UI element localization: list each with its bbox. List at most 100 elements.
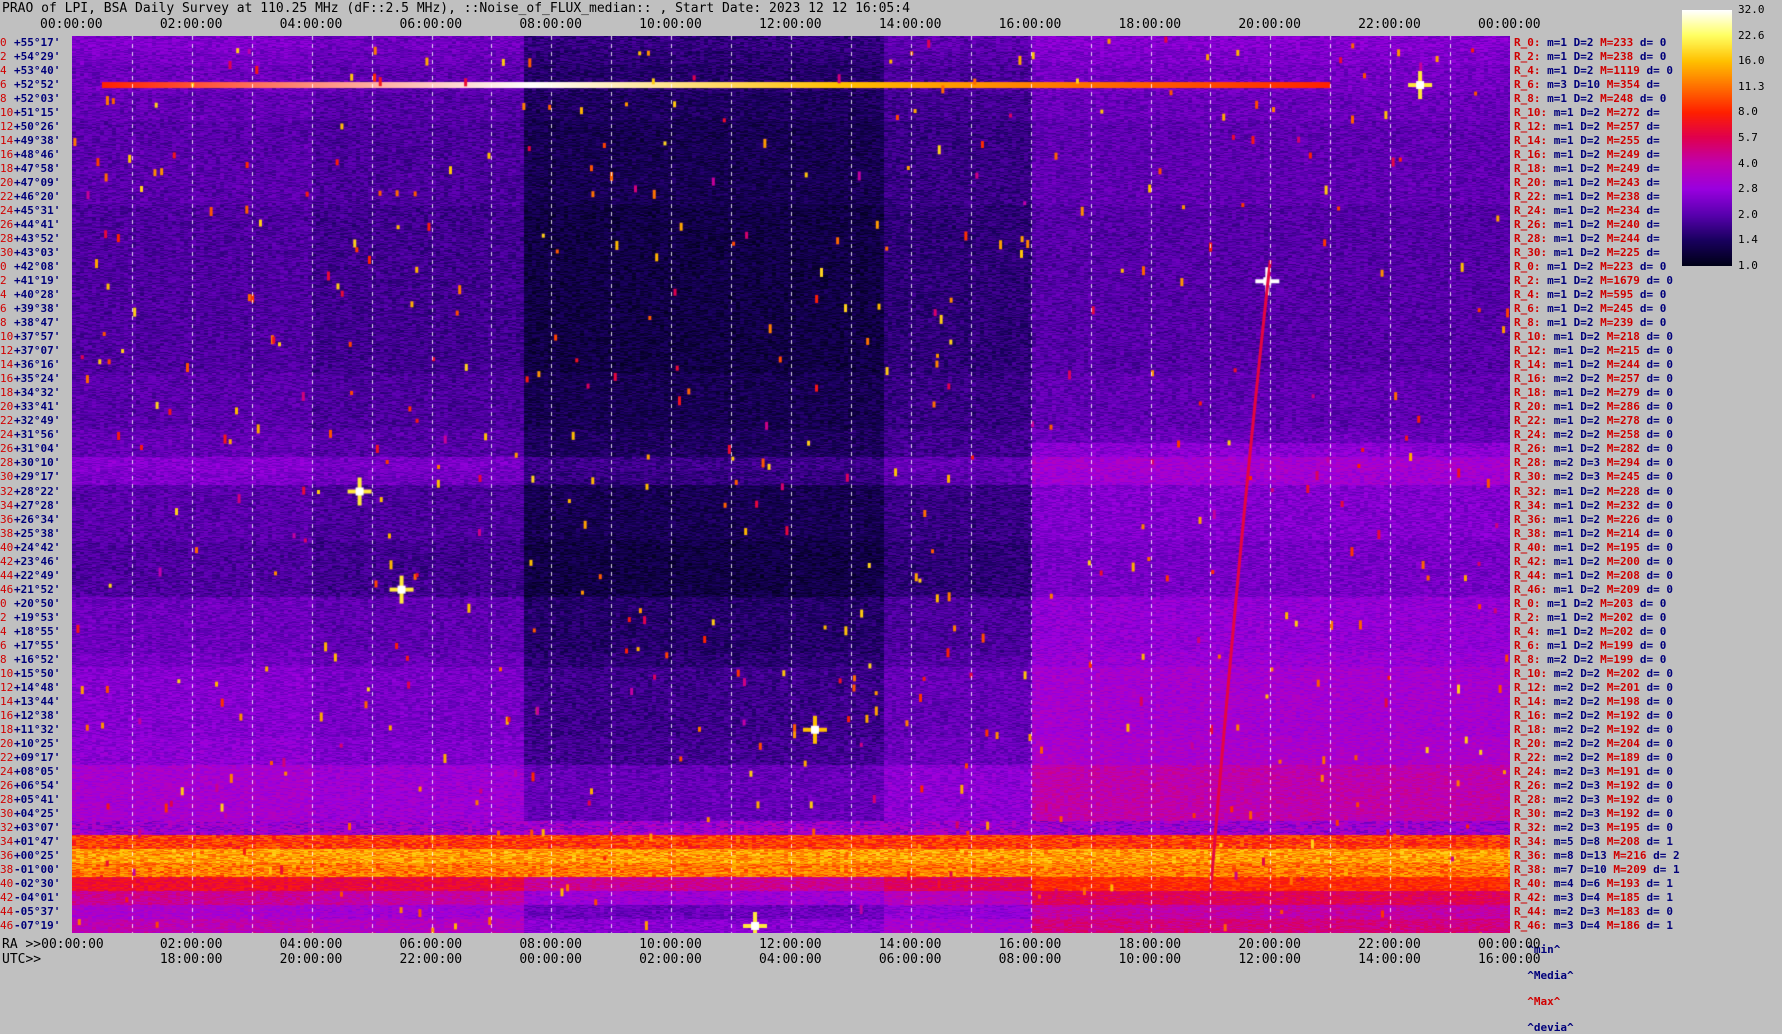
stat-row: R_30: m=2 D=3 M=192 d= 0 — [1514, 807, 1673, 821]
stat-row: R_30: m=1 D=2 M=225 d= — [1514, 246, 1660, 260]
colorbar-tick: 4.0 — [1738, 156, 1758, 170]
stat-row: R_8: m=1 D=2 M=248 d= 0 — [1514, 92, 1666, 106]
dec-value: +46°20' — [14, 190, 61, 204]
dec-value: +29°17' — [14, 470, 61, 484]
chart-title: PRAO of LPI, BSA Daily Survey at 110.25 … — [2, 1, 910, 16]
heatmap-plot[interactable] — [72, 36, 1510, 933]
stat-dev: d= 0 — [1633, 36, 1667, 49]
stat-dev: d= 0 — [1639, 708, 1673, 722]
dec-label: 26+31°04' — [0, 442, 60, 456]
x-tick-ra: 12:00:00 — [759, 937, 822, 952]
stat-min: m=2 — [1547, 694, 1574, 708]
stat-dev: d= 0 — [1639, 666, 1673, 680]
stat-max: M=208 — [1600, 568, 1640, 582]
row-index: 10 — [0, 106, 14, 120]
dec-value: +44°41' — [14, 218, 61, 232]
stat-min: m=1 — [1540, 316, 1567, 330]
x-tick-utc: 10:00:00 — [1118, 952, 1182, 967]
row-index: 30 — [0, 246, 14, 260]
stat-label: R_16: — [1514, 148, 1548, 162]
dec-label: 26+06°54' — [0, 779, 60, 793]
x-tick-ra: 08:00:00 — [519, 937, 582, 952]
row-index: 0 — [0, 36, 7, 49]
stat-label: R_30: — [1514, 246, 1548, 260]
stat-max: M=203 — [1593, 596, 1634, 610]
row-index: 24 — [0, 764, 14, 778]
row-index: 14 — [0, 358, 14, 372]
stat-dev: d= 0 — [1639, 274, 1673, 288]
stat-dev: d= 0 — [1639, 554, 1673, 568]
stat-median: D=2 — [1573, 428, 1601, 442]
stat-label: R_22: — [1514, 414, 1548, 428]
stat-dev: d= 0 — [1633, 652, 1667, 666]
stat-label: R_0: — [1514, 36, 1541, 49]
stat-max: M=249 — [1600, 148, 1640, 162]
stat-max: M=192 — [1600, 722, 1640, 736]
stat-min: m=1 — [1547, 554, 1574, 568]
dec-value: +25°38' — [14, 526, 61, 540]
stat-max: M=245 — [1600, 470, 1640, 484]
stat-dev: d= 0 — [1639, 582, 1673, 596]
stat-label: R_26: — [1514, 218, 1548, 232]
stat-min: m=1 — [1547, 134, 1574, 148]
stat-max: M=278 — [1600, 414, 1640, 428]
stat-min: m=1 — [1547, 344, 1574, 358]
stat-median: D=2 — [1567, 288, 1594, 302]
dec-value: +52°03' — [14, 92, 61, 106]
stat-dev: d= 1 — [1646, 862, 1680, 876]
stat-median: D=2 — [1573, 722, 1601, 736]
stat-max: M=202 — [1593, 624, 1634, 638]
dec-label: 2 +41°19' — [0, 274, 60, 288]
dec-value: +31°04' — [14, 442, 61, 456]
dec-value: +47°58' — [14, 162, 61, 176]
stat-row: R_22: m=2 D=2 M=189 d= 0 — [1514, 751, 1673, 765]
x-tick-utc: 18:00:00 — [159, 952, 223, 967]
stat-max: M=257 — [1600, 120, 1640, 134]
stat-dev: d= — [1639, 246, 1660, 260]
colorbar-tick: 32.0 — [1738, 3, 1765, 16]
x-tick-utc: 12:00:00 — [1238, 952, 1301, 967]
x-tick-top: 06:00:00 — [399, 17, 463, 32]
stat-min: m=2 — [1547, 750, 1574, 764]
dec-value: +37°57' — [14, 330, 61, 344]
stat-row: R_38: m=1 D=2 M=214 d= 0 — [1514, 527, 1673, 541]
stat-dev: d= — [1639, 162, 1660, 176]
ra-axis-label: RA >>00:00:00 — [2, 937, 104, 952]
stat-median: D=2 — [1573, 134, 1601, 148]
stat-median: D=2 — [1573, 484, 1601, 498]
stat-dev: d= 1 — [1639, 890, 1673, 904]
stat-min: m=1 — [1540, 288, 1567, 302]
stat-max: M=215 — [1600, 344, 1640, 358]
stat-label: R_2: — [1514, 50, 1541, 64]
stat-label: R_6: — [1514, 302, 1541, 316]
dec-label: 6 +52°52' — [0, 78, 60, 92]
x-tick-utc: 08:00:00 — [998, 952, 1062, 967]
stat-row: R_14: m=1 D=2 M=244 d= 0 — [1514, 358, 1673, 372]
row-index: 40 — [0, 876, 14, 890]
stat-dev: d= 0 — [1639, 386, 1673, 400]
stat-row: R_4: m=1 D=2 M=595 d= 0 — [1514, 288, 1666, 302]
dec-value: +47°09' — [14, 176, 61, 190]
stat-max: M=209 — [1600, 582, 1640, 596]
stat-max: M=245 — [1593, 302, 1634, 316]
stat-median: D=2 — [1567, 638, 1594, 652]
dec-label: 6 +17°55' — [0, 639, 60, 653]
stat-max: M=234 — [1600, 204, 1640, 218]
stat-row: R_42: m=3 D=4 M=185 d= 1 — [1514, 891, 1673, 905]
row-index: 22 — [0, 190, 14, 204]
stat-max: M=240 — [1600, 218, 1640, 232]
stat-dev: d= — [1639, 78, 1660, 92]
stat-dev: d= 0 — [1639, 512, 1673, 526]
stat-max: M=258 — [1600, 428, 1640, 442]
row-index: 2 — [0, 610, 7, 624]
dec-label: 12+37°07' — [0, 344, 60, 358]
stat-median: D=8 — [1573, 834, 1601, 848]
colorbar-tick: 5.7 — [1738, 131, 1758, 144]
dec-label: 8 +38°47' — [0, 316, 60, 330]
stat-label: R_28: — [1514, 232, 1548, 246]
dec-value: +28°22' — [14, 484, 61, 498]
dec-value: +13°44' — [14, 694, 61, 708]
stat-dev: d= 2 — [1646, 848, 1680, 862]
stat-median: D=2 — [1573, 736, 1601, 750]
stat-median: D=2 — [1573, 708, 1601, 722]
